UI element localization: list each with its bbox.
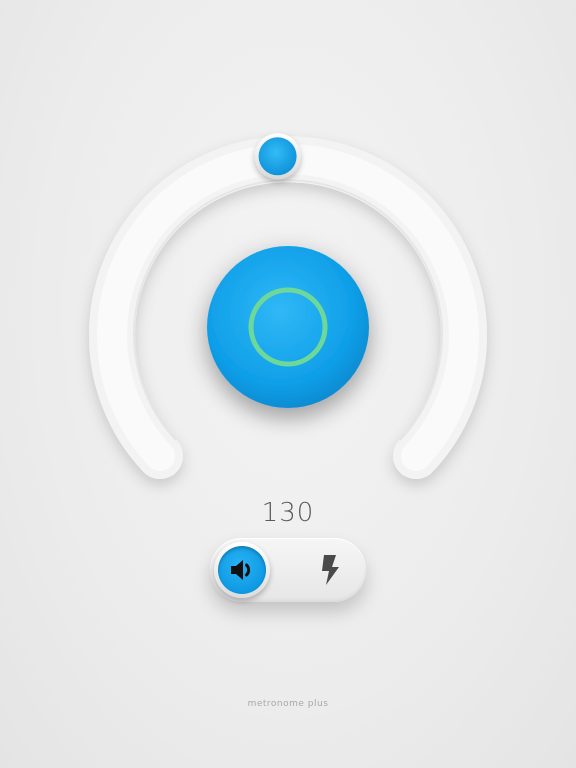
speaker-icon bbox=[231, 560, 251, 580]
play-button-body bbox=[207, 246, 369, 408]
toggle-knob-inner bbox=[218, 546, 266, 594]
tempo-value: 130 bbox=[261, 498, 315, 528]
flash-icon[interactable] bbox=[320, 554, 342, 586]
toggle-knob-sound[interactable] bbox=[214, 542, 270, 598]
mode-toggle[interactable] bbox=[210, 538, 366, 602]
app-name: metronome plus bbox=[247, 699, 329, 709]
dial-thumb-fill bbox=[258, 137, 297, 176]
dial-thumb[interactable] bbox=[254, 133, 301, 180]
play-button[interactable] bbox=[207, 246, 369, 408]
tempo-dial[interactable] bbox=[0, 0, 576, 768]
